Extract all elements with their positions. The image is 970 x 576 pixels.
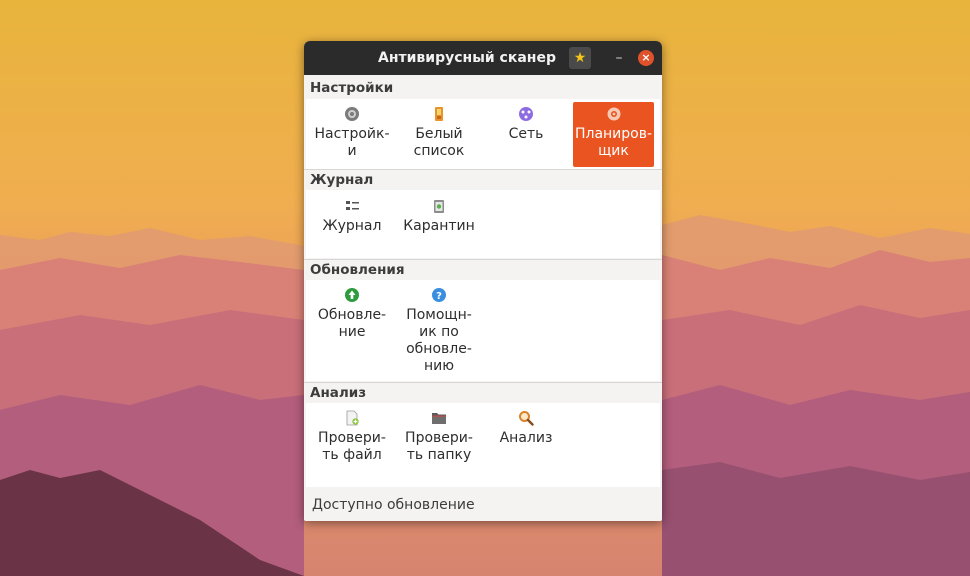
tool-scan-folder[interactable]: Провери- ть папку	[398, 410, 480, 464]
tool-label: Помощн-	[406, 307, 472, 323]
tool-label: нию	[423, 358, 455, 374]
scheduler-gear-icon	[607, 107, 620, 121]
quarantine-icon	[434, 200, 444, 213]
tool-whitelist[interactable]: Белый список	[398, 106, 480, 160]
update-arrow-icon	[345, 288, 359, 302]
star-icon[interactable]: ★	[569, 47, 591, 69]
tool-label: Провери-	[318, 430, 386, 446]
tool-network[interactable]: Сеть	[485, 106, 567, 143]
section-header-analysis: Анализ	[310, 385, 367, 401]
tool-journal[interactable]: Журнал	[311, 198, 393, 235]
magnifier-icon	[519, 411, 534, 426]
section-header-updates: Обновления	[310, 262, 405, 278]
section-header-settings: Настройки	[310, 80, 394, 96]
tool-label: и	[347, 143, 357, 159]
svg-text:?: ?	[436, 291, 442, 302]
tool-scan-file[interactable]: Провери- ть файл	[311, 410, 393, 464]
tool-label: ть папку	[406, 447, 472, 463]
tool-label: Провери-	[405, 430, 473, 446]
close-button[interactable]: ×	[638, 50, 654, 66]
tool-quarantine[interactable]: Карантин	[398, 198, 480, 235]
tool-label: обновле-	[406, 341, 472, 357]
file-add-icon	[346, 410, 359, 426]
help-icon: ?	[432, 288, 446, 302]
window-title: Антивирусный сканер	[377, 50, 556, 66]
tool-label: Анализ	[499, 430, 553, 446]
whitelist-icon	[435, 107, 443, 121]
tool-label: щик	[598, 143, 629, 159]
section-header-log: Журнал	[310, 172, 374, 188]
tool-label: Журнал	[322, 218, 382, 234]
tool-label: ние	[338, 324, 366, 340]
tool-label: Настройк-	[314, 126, 390, 142]
section-divider	[304, 259, 662, 260]
tool-settings[interactable]: Настройк- и	[311, 106, 393, 160]
tool-update-assistant[interactable]: ? Помощн- ик по обновле- нию	[398, 287, 480, 375]
tool-label: Белый	[415, 126, 463, 142]
folder-icon	[432, 413, 446, 424]
window-titlebar[interactable]: Антивирусный сканер ★ – ×	[304, 41, 662, 75]
tool-label: ть файл	[322, 447, 382, 463]
section-divider	[304, 169, 662, 170]
tool-update[interactable]: Обновле- ние	[311, 287, 393, 341]
tool-label: список	[413, 143, 465, 159]
antivirus-window: Антивирусный сканер ★ – × Настройки Наст…	[304, 41, 662, 521]
minimize-button[interactable]: –	[610, 47, 628, 69]
gear-icon	[345, 107, 359, 121]
tool-label: Планиров-	[574, 126, 653, 142]
network-icon	[519, 107, 533, 121]
tool-label: ик по	[419, 324, 459, 340]
tool-label: Карантин	[403, 218, 475, 234]
tool-label: Сеть	[508, 126, 544, 142]
list-icon	[346, 201, 359, 210]
tool-label: Обновле-	[317, 307, 387, 323]
tool-analysis[interactable]: Анализ	[485, 410, 567, 447]
tool-scheduler[interactable]: Планиров- щик	[573, 102, 654, 167]
section-divider	[304, 382, 662, 383]
status-bar-text: Доступно обновление	[312, 497, 475, 513]
